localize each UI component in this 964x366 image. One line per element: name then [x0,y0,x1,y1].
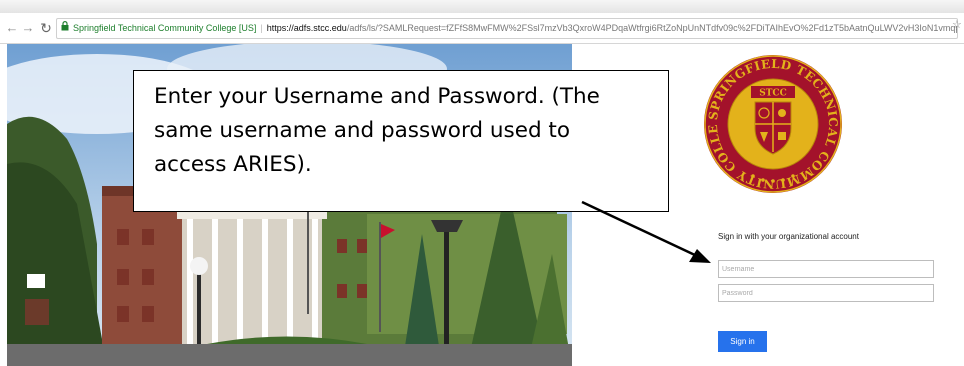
star-icon[interactable]: ☆ [952,18,962,31]
sign-in-button[interactable]: Sign in [718,331,767,352]
url-host: https://adfs.stcc.edu [266,23,347,33]
url-path: /adfs/ls/?SAMLRequest=fZFfS8MwFMW%2FSsl7… [346,23,958,33]
back-icon[interactable]: ← [4,19,20,37]
username-input[interactable] [718,260,934,278]
browser-toolbar: ← → ↻ Springfield Technical Community Co… [0,13,964,44]
instruction-callout: Enter your Username and Password. (The s… [133,70,669,212]
reload-icon[interactable]: ↻ [38,19,54,37]
address-bar[interactable]: Springfield Technical Community College … [56,18,958,39]
seal-center-text: STCC [759,89,787,99]
signin-heading: Sign in with your organizational account [718,232,859,241]
lock-icon [61,19,71,38]
college-seal-logo: SPRINGFIELD TECHNICAL COMMUNITY COLLEGE … [703,54,842,193]
site-identity[interactable]: Springfield Technical Community College … [73,23,256,33]
login-form: Sign in with your organizational account [718,232,934,308]
browser-tab-strip [0,0,964,13]
address-separator: | [260,23,263,33]
forward-icon[interactable]: → [20,19,36,37]
password-input[interactable] [718,284,934,302]
